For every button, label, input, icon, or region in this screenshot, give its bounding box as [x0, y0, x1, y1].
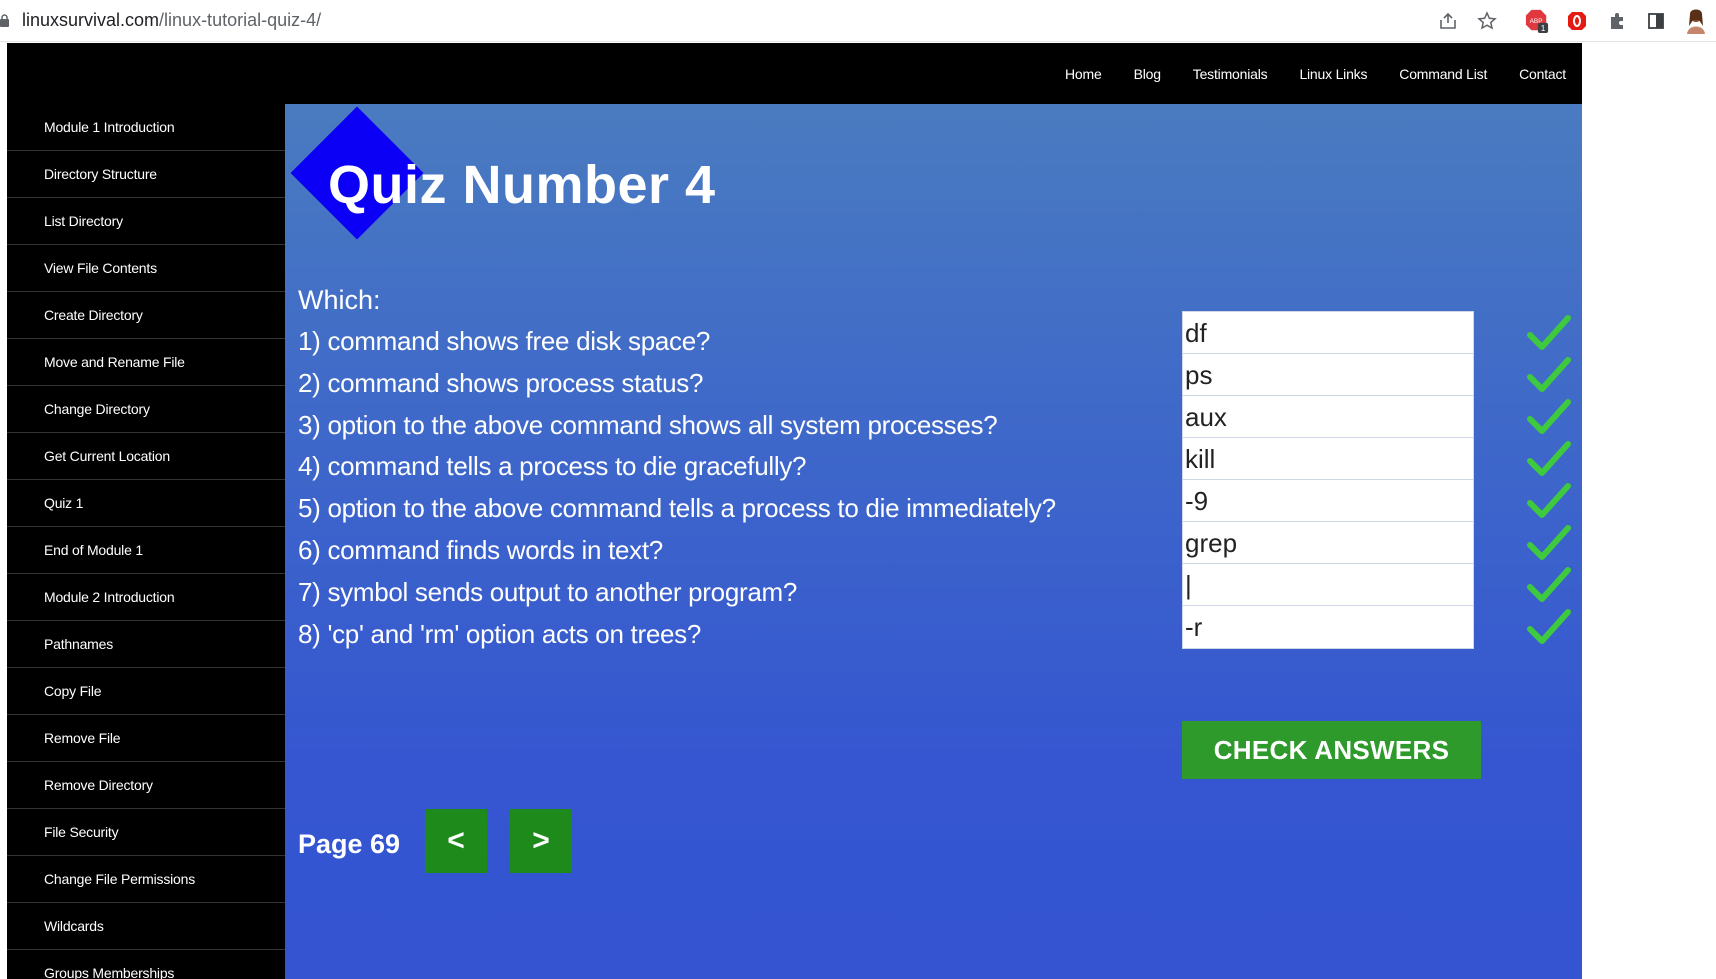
question-2-text: 2) command shows process status?: [298, 368, 704, 398]
sidebar-item-quiz-1[interactable]: Quiz 1: [7, 480, 285, 527]
question-5-text: 5) option to the above command tells a p…: [298, 493, 1056, 523]
answer-input-3[interactable]: [1182, 395, 1474, 439]
nav-command-list[interactable]: Command List: [1399, 66, 1487, 82]
side-panel-icon[interactable]: [1644, 9, 1668, 33]
correct-check-icon: [1527, 315, 1571, 350]
sidebar-item-directory-structure[interactable]: Directory Structure: [7, 151, 285, 198]
quiz-prompt: Which:: [298, 285, 381, 315]
answer-input-8[interactable]: [1182, 605, 1474, 649]
sidebar-item-view-file-contents[interactable]: View File Contents: [7, 245, 285, 292]
url-domain: linuxsurvival.com: [22, 10, 160, 30]
answer-input-2[interactable]: [1182, 353, 1474, 397]
previous-page-button[interactable]: <: [425, 809, 487, 873]
nav-home[interactable]: Home: [1065, 66, 1102, 82]
correct-check-icon: [1527, 609, 1571, 644]
answer-input-4[interactable]: [1182, 437, 1474, 481]
page-number: Page 69: [298, 829, 401, 859]
check-answers-button[interactable]: CHECK ANSWERS: [1182, 721, 1481, 779]
url-path: /linux-tutorial-quiz-4/: [159, 10, 322, 30]
sidebar-item-change-file-permissions[interactable]: Change File Permissions: [7, 856, 285, 903]
answer-input-1[interactable]: [1182, 311, 1474, 355]
extensions-puzzle-icon[interactable]: [1605, 9, 1629, 33]
sidebar-menu: Module 1 Introduction Directory Structur…: [7, 104, 285, 979]
question-3-text: 3) option to the above command shows all…: [298, 410, 998, 440]
question-6-text: 6) command finds words in text?: [298, 535, 663, 565]
correct-check-icon: [1527, 357, 1571, 392]
answer-input-5[interactable]: [1182, 479, 1474, 523]
bookmark-star-icon[interactable]: [1475, 9, 1499, 33]
quiz-panel: Quiz Number 4 Which: 1) command shows fr…: [285, 104, 1582, 979]
sidebar-item-pathnames[interactable]: Pathnames: [7, 621, 285, 668]
sidebar-item-remove-directory[interactable]: Remove Directory: [7, 762, 285, 809]
profile-avatar-icon[interactable]: [1684, 9, 1708, 34]
question-1-text: 1) command shows free disk space?: [298, 326, 711, 356]
nav-linux-links[interactable]: Linux Links: [1299, 66, 1367, 82]
question-4-text: 4) command tells a process to die gracef…: [298, 451, 807, 481]
address-bar[interactable]: linuxsurvival.com/linux-tutorial-quiz-4/: [22, 10, 321, 31]
sidebar-item-file-security[interactable]: File Security: [7, 809, 285, 856]
correct-check-icon: [1527, 525, 1571, 560]
correct-check-icon: [1527, 399, 1571, 434]
extension-badge-count: 1: [1541, 23, 1546, 33]
sidebar-item-wildcards[interactable]: Wildcards: [7, 903, 285, 950]
nav-contact[interactable]: Contact: [1519, 66, 1566, 82]
answer-input-7[interactable]: [1182, 563, 1474, 607]
sidebar-item-module-2-introduction[interactable]: Module 2 Introduction: [7, 574, 285, 621]
sidebar-item-end-of-module-1[interactable]: End of Module 1: [7, 527, 285, 574]
sidebar-item-remove-file[interactable]: Remove File: [7, 715, 285, 762]
sidebar-item-create-directory[interactable]: Create Directory: [7, 292, 285, 339]
answer-input-6[interactable]: [1182, 521, 1474, 565]
sidebar-item-move-and-rename-file[interactable]: Move and Rename File: [7, 339, 285, 386]
next-page-button[interactable]: >: [510, 809, 572, 873]
nav-blog[interactable]: Blog: [1134, 66, 1161, 82]
adblock-extension-icon[interactable]: ABP 1: [1525, 9, 1549, 33]
question-7-text: 7) symbol sends output to another progra…: [298, 577, 798, 607]
sidebar-item-get-current-location[interactable]: Get Current Location: [7, 433, 285, 480]
top-navigation: Home Blog Testimonials Linux Links Comma…: [7, 43, 1582, 104]
browser-toolbar: linuxsurvival.com/linux-tutorial-quiz-4/…: [0, 0, 1716, 42]
share-icon[interactable]: [1436, 9, 1460, 33]
nav-testimonials[interactable]: Testimonials: [1193, 66, 1268, 82]
correct-check-icon: [1527, 567, 1571, 602]
website: Home Blog Testimonials Linux Links Comma…: [7, 43, 1582, 979]
sidebar-item-list-directory[interactable]: List Directory: [7, 198, 285, 245]
sidebar-item-change-directory[interactable]: Change Directory: [7, 386, 285, 433]
page-title: Quiz Number 4: [328, 155, 716, 215]
sidebar-item-module-1-introduction[interactable]: Module 1 Introduction: [7, 104, 285, 151]
question-8-text: 8) 'cp' and 'rm' option acts on trees?: [298, 619, 702, 649]
lock-icon: [0, 14, 9, 27]
correct-check-icon: [1527, 483, 1571, 518]
correct-check-icon: [1527, 441, 1571, 476]
sidebar-item-groups-memberships[interactable]: Groups Memberships: [7, 950, 285, 979]
sidebar-item-copy-file[interactable]: Copy File: [7, 668, 285, 715]
opera-extension-icon[interactable]: [1565, 9, 1589, 33]
